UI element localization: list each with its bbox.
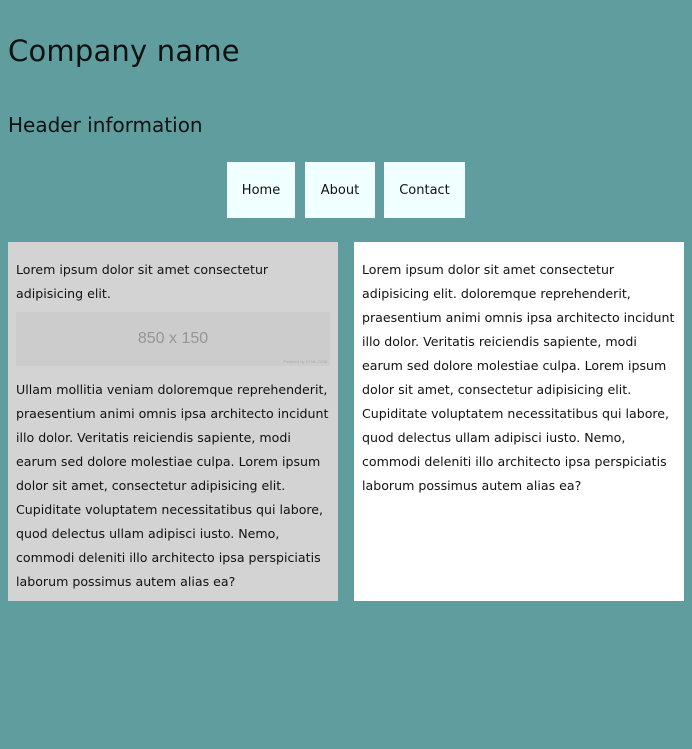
placeholder-image: 850 x 150 Powered by HTML.COM	[16, 312, 330, 366]
nav-item-about[interactable]: About	[305, 162, 375, 218]
placeholder-image-credit: Powered by HTML.COM	[283, 359, 327, 364]
main-nav: Home About Contact	[0, 162, 692, 218]
left-column-body: Ullam mollitia veniam doloremque reprehe…	[16, 382, 329, 589]
nav-item-home[interactable]: Home	[227, 162, 295, 218]
nav-item-contact[interactable]: Contact	[384, 162, 465, 218]
right-column-body: Lorem ipsum dolor sit amet consectetur a…	[362, 262, 675, 493]
right-column: Lorem ipsum dolor sit amet consectetur a…	[354, 242, 684, 601]
header-information: Header information	[8, 113, 203, 137]
left-column: Lorem ipsum dolor sit amet consectetur a…	[8, 242, 338, 601]
company-name: Company name	[8, 34, 240, 68]
placeholder-image-label: 850 x 150	[137, 330, 209, 347]
left-column-intro: Lorem ipsum dolor sit amet consectetur a…	[16, 262, 269, 301]
